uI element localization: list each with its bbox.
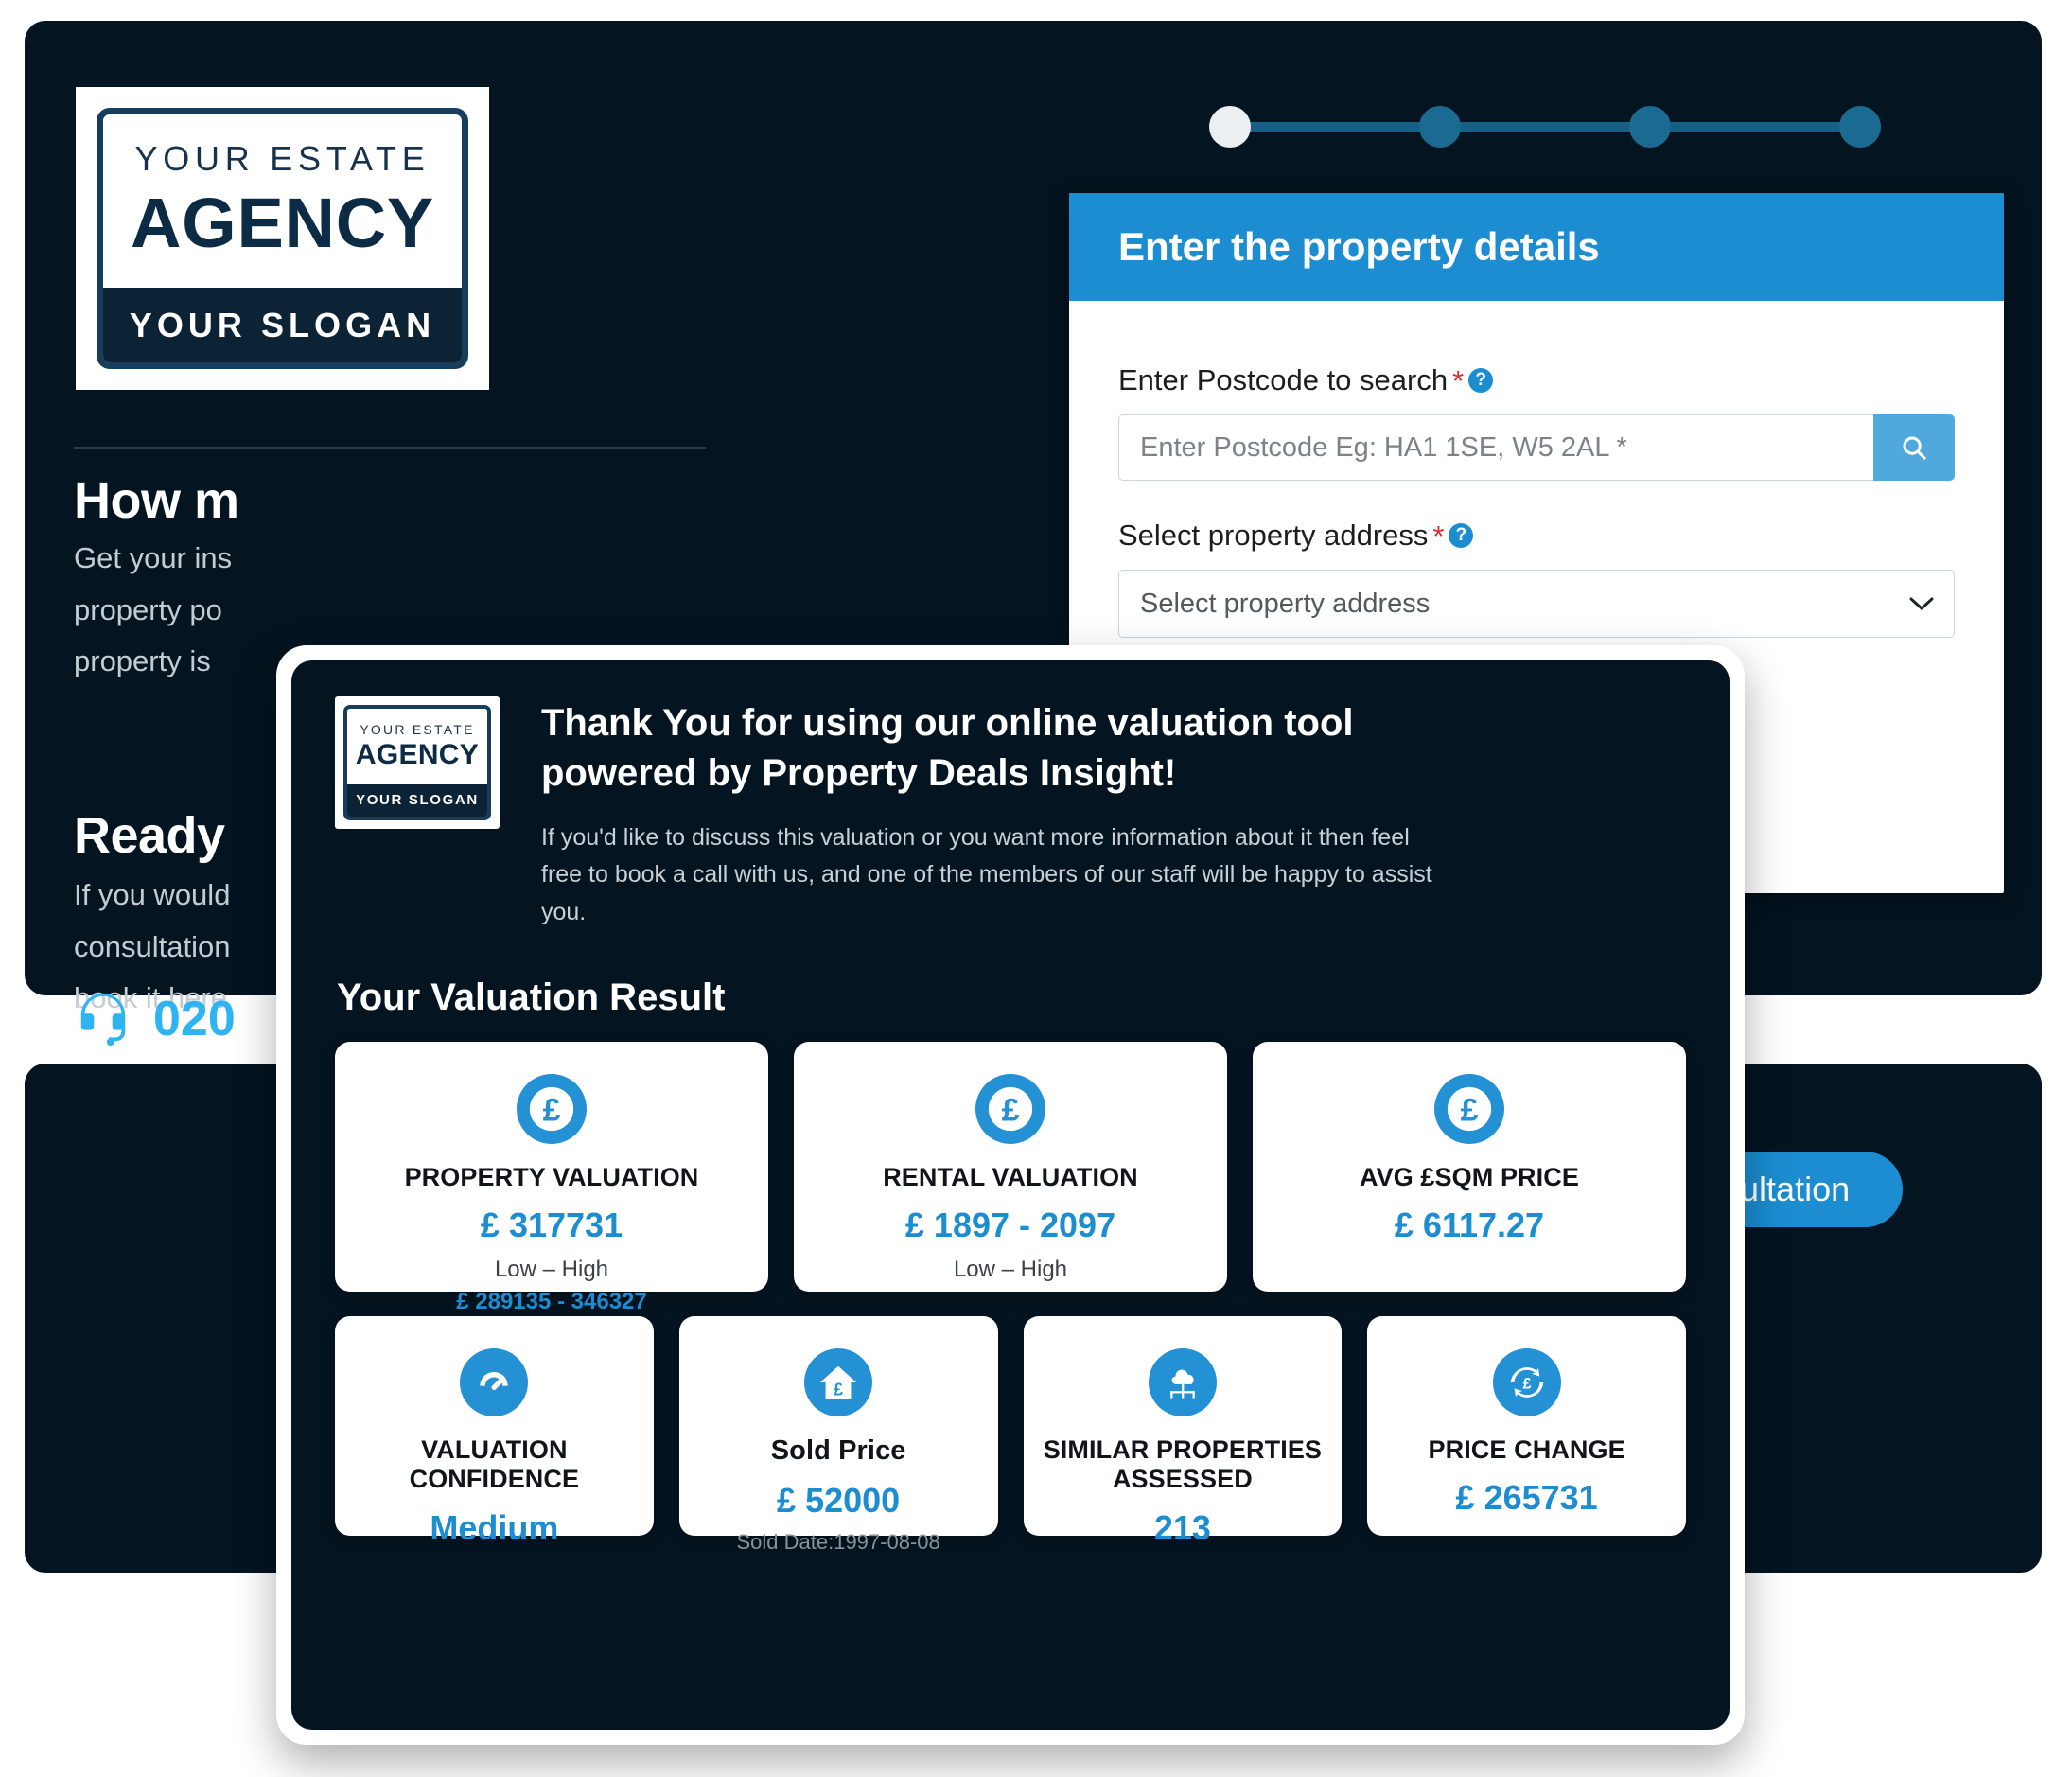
page-root: YOUR ESTATE AGENCY YOUR SLOGAN How m Get… (0, 0, 2072, 1777)
card-title: SIMILAR PROPERTIES ASSESSED (1043, 1435, 1323, 1494)
card-value: £ 317731 (480, 1205, 623, 1245)
phone-number[interactable]: 020 (153, 991, 236, 1047)
paragraph-line: consultation (74, 929, 231, 963)
card-valuation-confidence: VALUATION CONFIDENCE Medium (335, 1316, 654, 1547)
paragraph-line: property is (74, 644, 211, 678)
brand-line-2: AGENCY (355, 738, 480, 770)
brand-logo: YOUR ESTATE AGENCY YOUR SLOGAN (76, 87, 489, 390)
brand-line-2: AGENCY (130, 184, 435, 263)
card-rental-valuation: £ RENTAL VALUATION £ 1897 - 2097 Low – H… (794, 1042, 1227, 1293)
progress-stepper (1209, 106, 1881, 148)
svg-text:£: £ (543, 1092, 561, 1128)
card-title: Sold Price (770, 1435, 906, 1467)
gauge-icon (460, 1348, 529, 1417)
card-value: £ 1897 - 2097 (904, 1205, 1116, 1245)
property-details-header: Enter the property details (1069, 193, 2004, 301)
card-price-change: £ PRICE CHANGE £ 265731 (1367, 1316, 1686, 1537)
svg-text:£: £ (1522, 1376, 1531, 1393)
card-title: VALUATION CONFIDENCE (409, 1435, 580, 1494)
postcode-label-text: Enter Postcode to search (1118, 363, 1449, 396)
card-title: PRICE CHANGE (1428, 1435, 1625, 1465)
card-subtitle: Low – High (953, 1257, 1068, 1283)
house-pound-icon: £ (804, 1348, 873, 1417)
brand-line-1: YOUR ESTATE (134, 139, 430, 179)
card-title: PROPERTY VALUATION (404, 1163, 699, 1192)
svg-text:£: £ (834, 1381, 843, 1399)
help-icon[interactable]: ? (1468, 368, 1494, 393)
brand-logo-small: YOUR ESTATE AGENCY YOUR SLOGAN (335, 696, 500, 829)
card-value: £ 52000 (777, 1480, 901, 1520)
card-title: RENTAL VALUATION (883, 1163, 1138, 1192)
similar-properties-icon (1148, 1348, 1217, 1417)
card-range: £ 289135 - 346327 (456, 1289, 647, 1315)
address-label: Select property address * ? (1118, 519, 1955, 553)
search-input[interactable] (1118, 414, 1873, 481)
pound-coin-icon: £ (975, 1074, 1045, 1145)
search-icon (1903, 436, 1926, 460)
paragraph-how-much: Get your ins property po property is (74, 541, 232, 679)
paragraph-line: If you would (74, 878, 231, 911)
phone-contact[interactable]: 020 (74, 990, 236, 1048)
card-value: £ 265731 (1455, 1478, 1598, 1518)
stepper-track (1230, 122, 1860, 132)
modal-subtitle: If you'd like to discuss this valuation … (541, 823, 1432, 925)
pound-coin-icon: £ (517, 1074, 587, 1145)
paragraph-line: Get your ins (74, 541, 233, 574)
pound-coin-icon: £ (1434, 1074, 1504, 1145)
headset-icon (80, 993, 126, 1047)
modal-title: Thank You for using our online valuation… (541, 702, 1354, 794)
brand-line-1: YOUR ESTATE (360, 722, 475, 738)
valuation-result-heading: Your Valuation Result (337, 976, 726, 1019)
postcode-label: Enter Postcode to search * ? (1118, 363, 1955, 397)
card-similar-properties: SIMILAR PROPERTIES ASSESSED 213 (1023, 1316, 1343, 1547)
card-avg-sqm-price: £ AVG £SQM PRICE £ 6117.27 (1253, 1042, 1686, 1293)
card-sold-price: £ Sold Price £ 52000 Sold Date:1997-08-0… (678, 1316, 998, 1554)
modal-header: YOUR ESTATE AGENCY YOUR SLOGAN Thank You… (335, 696, 1686, 931)
search-button[interactable] (1873, 414, 1955, 481)
card-value: £ 6117.27 (1394, 1205, 1545, 1245)
stepper-dot-3[interactable] (1629, 106, 1671, 148)
page-title-ready: Ready (74, 807, 225, 864)
card-subtitle: Low – High (494, 1257, 609, 1283)
card-value: Medium (430, 1507, 559, 1547)
valuation-result-modal: YOUR ESTATE AGENCY YOUR SLOGAN Thank You… (276, 645, 1745, 1745)
stepper-dot-1[interactable] (1209, 106, 1251, 148)
paragraph-line: property po (74, 592, 222, 626)
postcode-input-group (1118, 414, 1955, 481)
valuation-cards-row-2: VALUATION CONFIDENCE Medium £ Sold Price… (335, 1316, 1686, 1554)
card-title: AVG £SQM PRICE (1360, 1163, 1579, 1192)
card-property-valuation: £ PROPERTY VALUATION £ 317731 Low – High… (335, 1042, 768, 1314)
stepper-dot-2[interactable] (1419, 106, 1461, 148)
address-label-text: Select property address (1118, 519, 1429, 552)
stepper-dot-4[interactable] (1839, 106, 1881, 148)
required-asterisk: * (1432, 519, 1445, 553)
brand-slogan: YOUR SLOGAN (103, 288, 462, 362)
section-divider (74, 447, 706, 449)
brand-slogan: YOUR SLOGAN (347, 783, 487, 817)
property-details-body: Enter Postcode to search * ? Select prop… (1069, 301, 2004, 638)
card-note: Sold Date:1997-08-08 (736, 1529, 940, 1554)
valuation-cards-row-1: £ PROPERTY VALUATION £ 317731 Low – High… (335, 1042, 1686, 1314)
svg-text:£: £ (1461, 1092, 1479, 1128)
price-change-icon: £ (1492, 1348, 1561, 1417)
svg-text:£: £ (1002, 1092, 1020, 1128)
modal-header-text: Thank You for using our online valuation… (541, 696, 1497, 931)
property-details-title: Enter the property details (1118, 224, 1600, 269)
address-select[interactable]: Select property address (1118, 570, 1955, 638)
address-select-wrap: Select property address (1118, 570, 1955, 638)
page-title-how-much: How m (74, 472, 239, 529)
required-asterisk: * (1452, 363, 1465, 397)
valuation-modal-body: YOUR ESTATE AGENCY YOUR SLOGAN Thank You… (291, 660, 1730, 1730)
card-value: 213 (1153, 1507, 1211, 1547)
help-icon[interactable]: ? (1449, 523, 1474, 548)
